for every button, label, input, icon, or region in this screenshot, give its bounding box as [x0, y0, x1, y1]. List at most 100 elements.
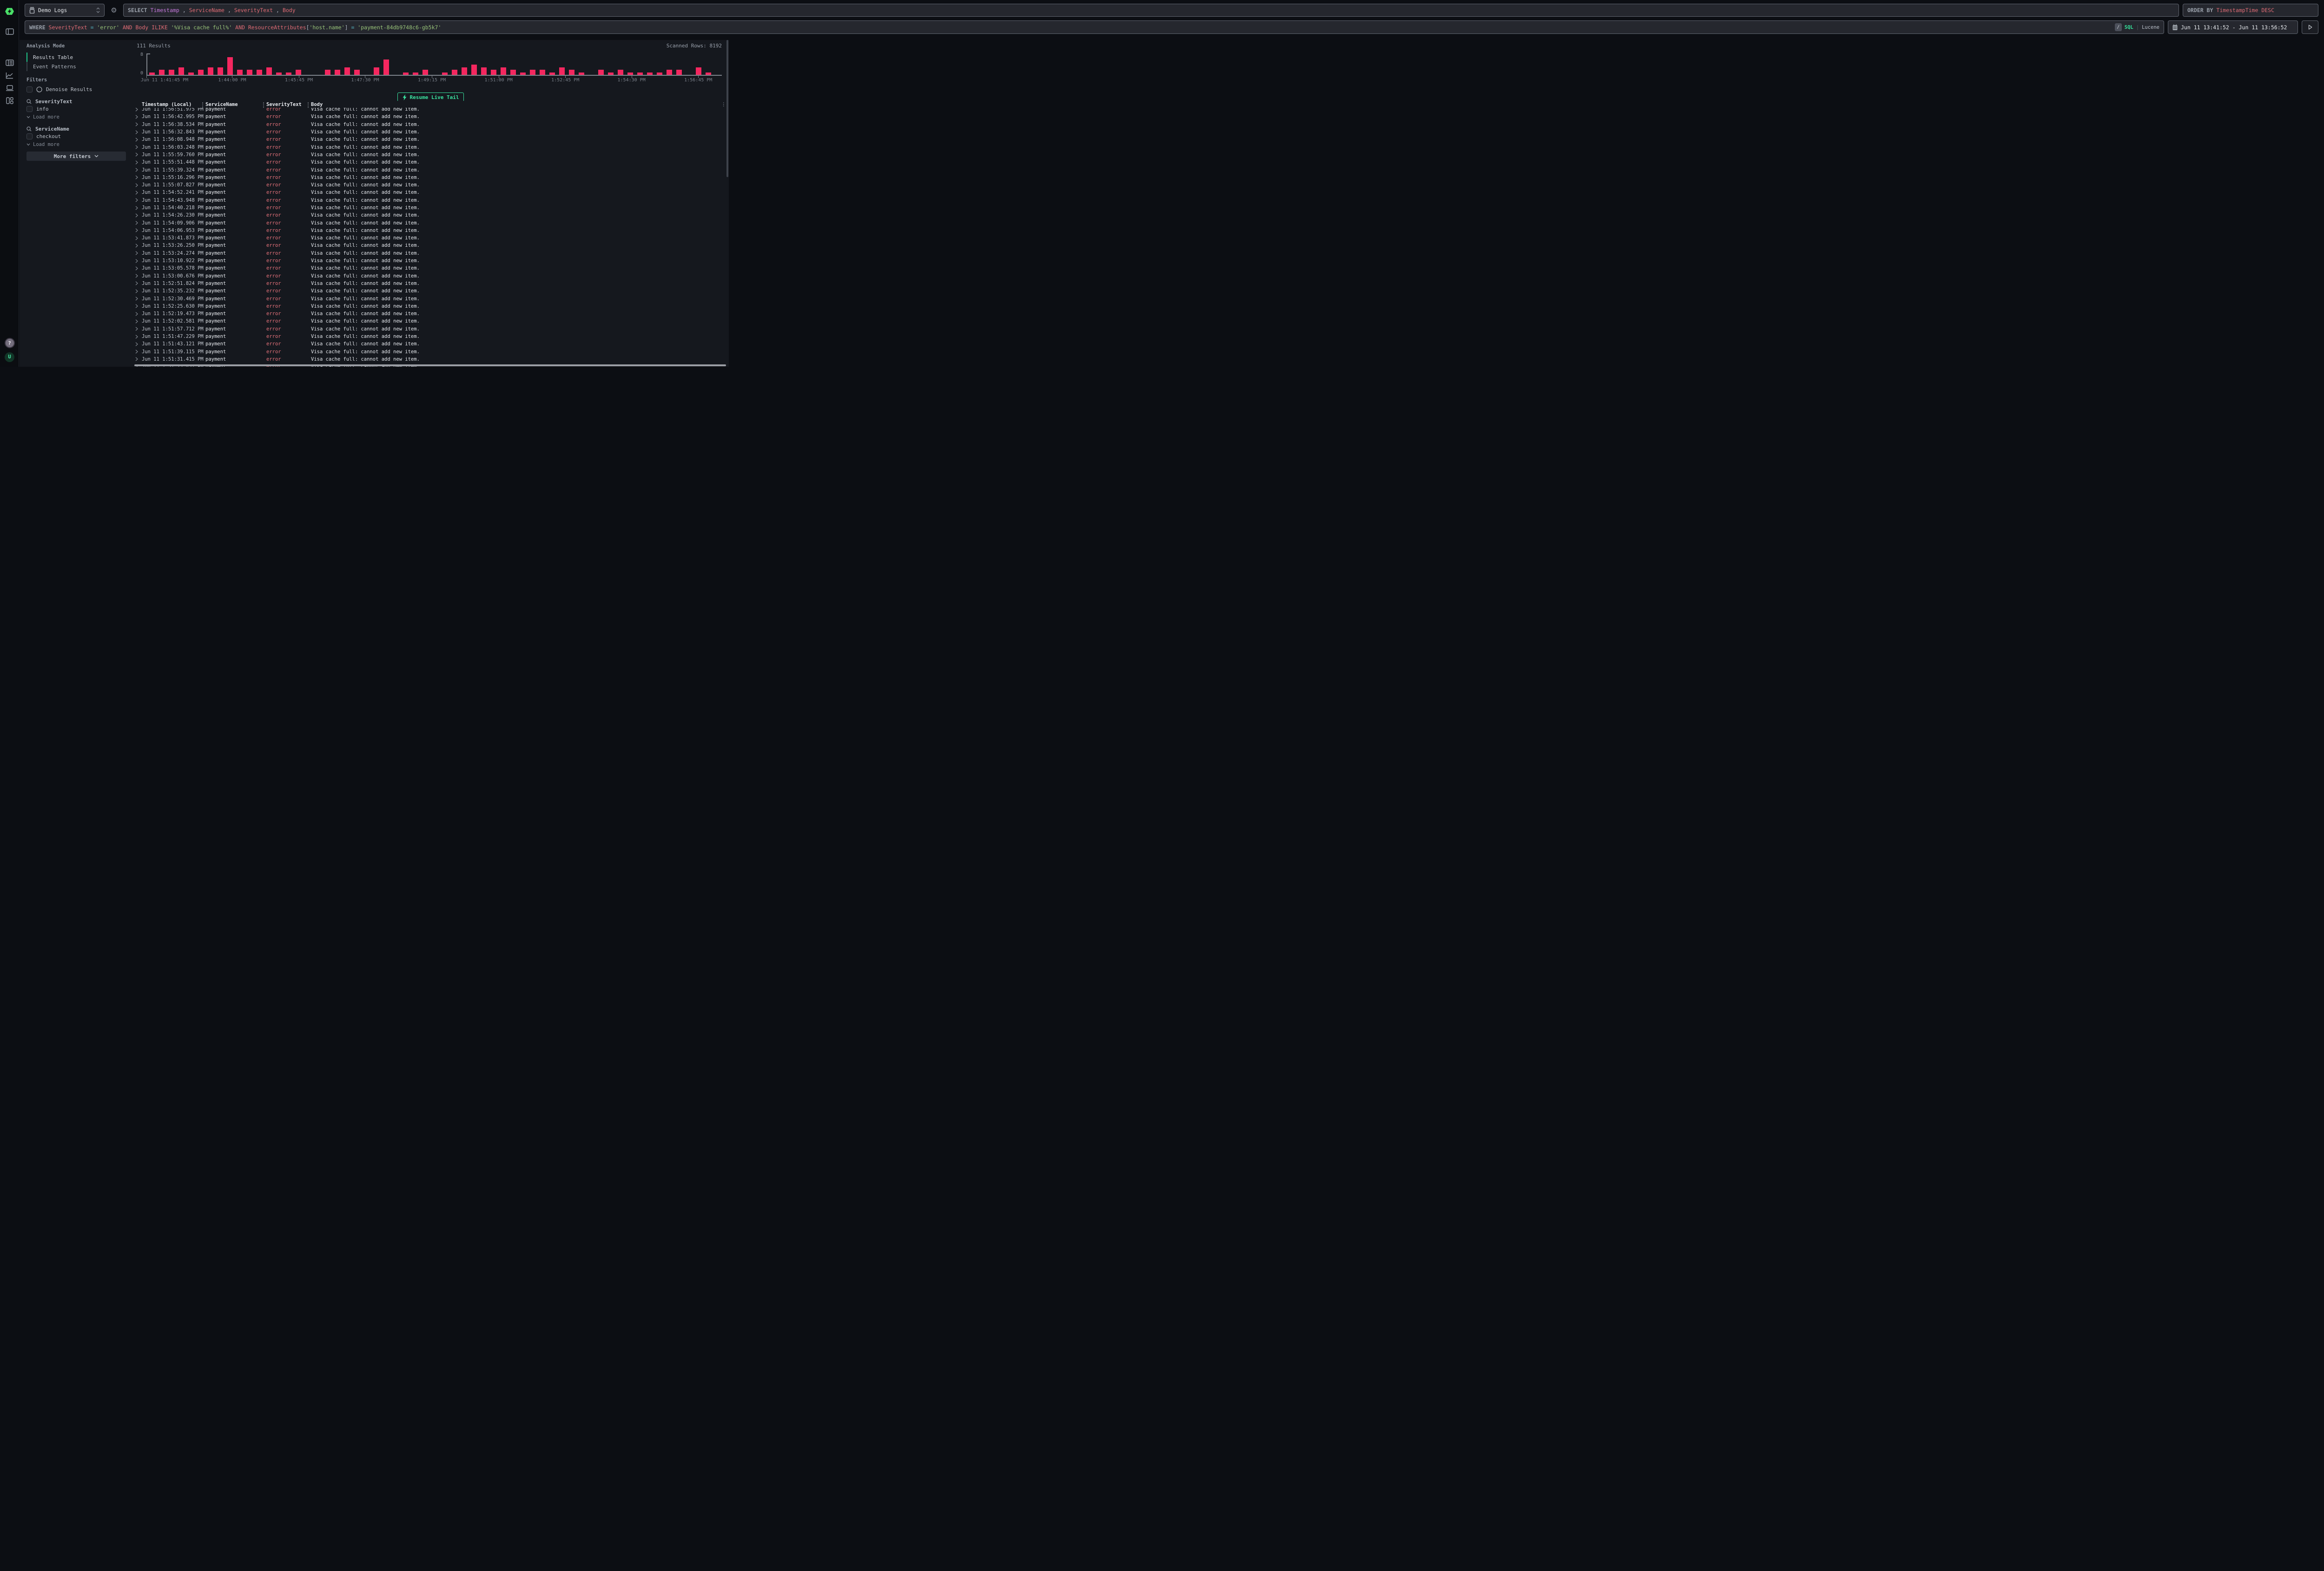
sessions-icon[interactable]	[0, 82, 19, 94]
histogram-bar[interactable]	[266, 67, 272, 75]
vertical-scrollbar-thumb[interactable]	[726, 40, 728, 177]
table-row[interactable]: Jun 11 1:53:10.922 PM payment error Visa…	[134, 257, 726, 264]
histogram-bar[interactable]	[559, 67, 565, 75]
horizontal-scrollbar-thumb[interactable]	[134, 364, 726, 366]
denoise-checkbox[interactable]	[26, 86, 33, 92]
histogram-bar[interactable]	[452, 70, 457, 75]
expand-row-chevron-icon[interactable]	[134, 350, 142, 354]
expand-row-chevron-icon[interactable]	[134, 138, 142, 142]
table-row[interactable]: Jun 11 1:53:26.250 PM payment error Visa…	[134, 242, 726, 249]
expand-row-chevron-icon[interactable]	[134, 221, 142, 225]
expand-row-chevron-icon[interactable]	[134, 122, 142, 126]
table-row[interactable]: Jun 11 1:54:43.948 PM payment error Visa…	[134, 197, 726, 204]
order-by-input[interactable]: ORDER BY TimestampTime DESC	[2183, 4, 2318, 17]
source-settings-button[interactable]: ⚙	[108, 4, 119, 17]
expand-row-chevron-icon[interactable]	[134, 206, 142, 210]
expand-row-chevron-icon[interactable]	[134, 319, 142, 323]
histogram-bar[interactable]	[178, 67, 184, 75]
checkout-checkbox[interactable]	[26, 133, 33, 139]
histogram-bar[interactable]	[374, 67, 379, 75]
mode-event-patterns[interactable]: Event Patterns	[26, 62, 124, 71]
language-toggle[interactable]: / SQL | Lucene	[2115, 23, 2159, 31]
info-checkbox[interactable]	[26, 106, 33, 112]
select-query-input[interactable]: SELECT Timestamp, ServiceName, SeverityT…	[123, 4, 2179, 17]
table-row[interactable]: Jun 11 1:52:19.473 PM payment error Visa…	[134, 310, 726, 317]
expand-row-chevron-icon[interactable]	[134, 259, 142, 263]
table-row[interactable]: Jun 11 1:56:32.843 PM payment error Visa…	[134, 128, 726, 136]
histogram-bar[interactable]	[257, 70, 262, 75]
expand-row-chevron-icon[interactable]	[134, 236, 142, 240]
table-row[interactable]: Jun 11 1:54:40.218 PM payment error Visa…	[134, 204, 726, 211]
table-row[interactable]: Jun 11 1:56:03.248 PM payment error Visa…	[134, 143, 726, 151]
histogram-bar[interactable]	[676, 70, 682, 75]
load-more-servicename[interactable]: Load more	[26, 142, 59, 147]
histogram-bar[interactable]	[696, 67, 701, 75]
table-row[interactable]: Jun 11 1:56:42.995 PM payment error Visa…	[134, 113, 726, 120]
sidebar-toggle-icon[interactable]	[0, 26, 19, 38]
histogram-bar[interactable]	[247, 70, 252, 75]
expand-row-chevron-icon[interactable]	[134, 152, 142, 157]
histogram-bar[interactable]	[354, 70, 360, 75]
expand-row-chevron-icon[interactable]	[134, 251, 142, 255]
chart-explorer-icon[interactable]	[0, 69, 19, 81]
table-row[interactable]: Jun 11 1:55:51.448 PM payment error Visa…	[134, 158, 726, 166]
table-row[interactable]: Jun 11 1:52:51.824 PM payment error Visa…	[134, 280, 726, 287]
table-row[interactable]: Jun 11 1:52:25.630 PM payment error Visa…	[134, 303, 726, 310]
resume-live-tail-button[interactable]: Resume Live Tail	[397, 92, 464, 102]
table-row[interactable]: Jun 11 1:52:30.469 PM payment error Visa…	[134, 295, 726, 302]
histogram-bar[interactable]	[598, 70, 604, 75]
expand-row-chevron-icon[interactable]	[134, 357, 142, 361]
table-row[interactable]: Jun 11 1:53:00.676 PM payment error Visa…	[134, 272, 726, 280]
column-body[interactable]: Body	[311, 102, 718, 107]
column-resize-handle[interactable]	[202, 102, 203, 108]
histogram-bar[interactable]	[667, 70, 672, 75]
table-row[interactable]: Jun 11 1:53:05.578 PM payment error Visa…	[134, 264, 726, 272]
source-select[interactable]: Demo Logs	[25, 4, 105, 17]
expand-row-chevron-icon[interactable]	[134, 213, 142, 218]
table-row[interactable]: Jun 11 1:56:08.948 PM payment error Visa…	[134, 136, 726, 143]
histogram-bar[interactable]	[383, 59, 389, 75]
more-filters-button[interactable]: More filters	[26, 152, 126, 161]
load-more-severitytext[interactable]: Load more	[26, 114, 59, 120]
denoise-results-row[interactable]: Denoise Results	[26, 86, 92, 92]
histogram-bar[interactable]	[423, 70, 428, 75]
filter-option-checkout[interactable]: checkout	[26, 133, 61, 139]
expand-row-chevron-icon[interactable]	[134, 335, 142, 339]
expand-row-chevron-icon[interactable]	[134, 183, 142, 187]
filter-option-info[interactable]: info	[26, 106, 49, 112]
histogram-bar[interactable]	[159, 70, 165, 75]
histogram-bar[interactable]	[344, 67, 350, 75]
table-row[interactable]: Jun 11 1:54:26.230 PM payment error Visa…	[134, 211, 726, 219]
table-row[interactable]: Jun 11 1:54:06.953 PM payment error Visa…	[134, 227, 726, 234]
table-row[interactable]: Jun 11 1:54:52.241 PM payment error Visa…	[134, 189, 726, 196]
histogram-bar[interactable]	[471, 65, 477, 75]
table-row[interactable]: Jun 11 1:55:59.760 PM payment error Visa…	[134, 151, 726, 158]
table-row[interactable]: Jun 11 1:55:16.296 PM payment error Visa…	[134, 174, 726, 181]
histogram-bar[interactable]	[218, 67, 223, 75]
column-resize-handle[interactable]	[263, 102, 264, 108]
histogram-bar[interactable]	[325, 70, 330, 75]
histogram-bar[interactable]	[569, 70, 574, 75]
where-query-input[interactable]: WHERE SeverityText = 'error' AND Body IL…	[25, 20, 2164, 34]
table-row[interactable]: Jun 11 1:51:31.415 PM payment error Visa…	[134, 356, 726, 363]
table-row[interactable]: Jun 11 1:51:47.229 PM payment error Visa…	[134, 333, 726, 340]
histogram-bar[interactable]	[169, 70, 174, 75]
histogram-bar[interactable]	[227, 57, 233, 75]
dashboards-icon[interactable]	[0, 94, 19, 106]
table-row[interactable]: Jun 11 1:51:39.115 PM payment error Visa…	[134, 348, 726, 356]
table-options-kebab-icon[interactable]: ⋮	[718, 102, 726, 107]
expand-row-chevron-icon[interactable]	[134, 130, 142, 134]
table-row[interactable]: Jun 11 1:55:39.324 PM payment error Visa…	[134, 166, 726, 173]
sql-mode-option[interactable]: SQL	[2125, 25, 2133, 30]
expand-row-chevron-icon[interactable]	[134, 244, 142, 248]
lucene-mode-option[interactable]: Lucene	[2142, 25, 2159, 30]
expand-row-chevron-icon[interactable]	[134, 168, 142, 172]
table-row[interactable]: Jun 11 1:51:43.121 PM payment error Visa…	[134, 340, 726, 348]
histogram-bar[interactable]	[618, 70, 623, 75]
histogram-bar[interactable]	[462, 67, 467, 75]
histogram-bar[interactable]	[481, 67, 487, 75]
app-logo-icon[interactable]	[0, 5, 19, 17]
histogram-bar[interactable]	[540, 70, 545, 75]
histogram-bar[interactable]	[335, 70, 340, 75]
table-row[interactable]: Jun 11 1:56:38.534 PM payment error Visa…	[134, 121, 726, 128]
